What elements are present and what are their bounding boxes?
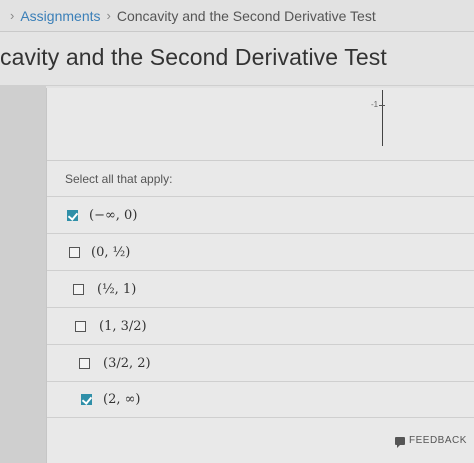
- option-4[interactable]: (1, 3/2): [47, 307, 474, 344]
- option-3[interactable]: (½, 1): [47, 270, 474, 307]
- chevron-right-icon: ›: [106, 8, 111, 23]
- page: › Assignments › Concavity and the Second…: [0, 0, 474, 463]
- checkbox[interactable]: [73, 283, 84, 295]
- option-1[interactable]: (−∞, 0): [47, 196, 474, 233]
- options-list: (−∞, 0) (0, ½) (½, 1) (1, 3/2) (3/2, 2) …: [47, 196, 474, 418]
- option-label: (1, 3/2): [99, 318, 147, 334]
- breadcrumb: › Assignments › Concavity and the Second…: [0, 0, 474, 32]
- option-label: (3/2, 2): [103, 355, 151, 371]
- option-2[interactable]: (0, ½): [47, 233, 474, 270]
- checkbox-checked[interactable]: [67, 209, 78, 221]
- breadcrumb-assignments-link[interactable]: Assignments: [20, 8, 100, 24]
- question-prompt: Select all that apply:: [65, 172, 173, 186]
- graph-tick-label: -1: [371, 100, 379, 109]
- graph-tick-mark: [379, 105, 385, 106]
- option-label: (2, ∞): [103, 392, 141, 407]
- checkbox[interactable]: [69, 246, 80, 258]
- feedback-label: FEEDBACK: [409, 435, 467, 446]
- left-panel: [0, 86, 46, 463]
- feedback-icon: [395, 436, 405, 448]
- breadcrumb-current: Concavity and the Second Derivative Test: [116, 7, 376, 24]
- checkbox[interactable]: [75, 320, 86, 332]
- option-label: (0, ½): [91, 244, 131, 260]
- graph-y-axis: [382, 90, 383, 146]
- checkbox[interactable]: [79, 357, 90, 369]
- graph: -1: [47, 88, 474, 158]
- feedback-button[interactable]: FEEDBACK: [395, 435, 467, 448]
- page-title: cavity and the Second Derivative Test: [0, 44, 387, 70]
- chevron-right-icon: ›: [10, 8, 15, 23]
- option-5[interactable]: (3/2, 2): [47, 344, 474, 381]
- option-label: (½, 1): [97, 281, 137, 297]
- checkbox-checked[interactable]: [81, 394, 92, 405]
- option-label: (−∞, 0): [89, 207, 138, 223]
- title-row: cavity and the Second Derivative Test: [0, 32, 474, 86]
- divider: [47, 160, 474, 161]
- question-card: -1 Select all that apply: (−∞, 0) (0, ½)…: [46, 88, 474, 463]
- option-6[interactable]: (2, ∞): [47, 381, 474, 418]
